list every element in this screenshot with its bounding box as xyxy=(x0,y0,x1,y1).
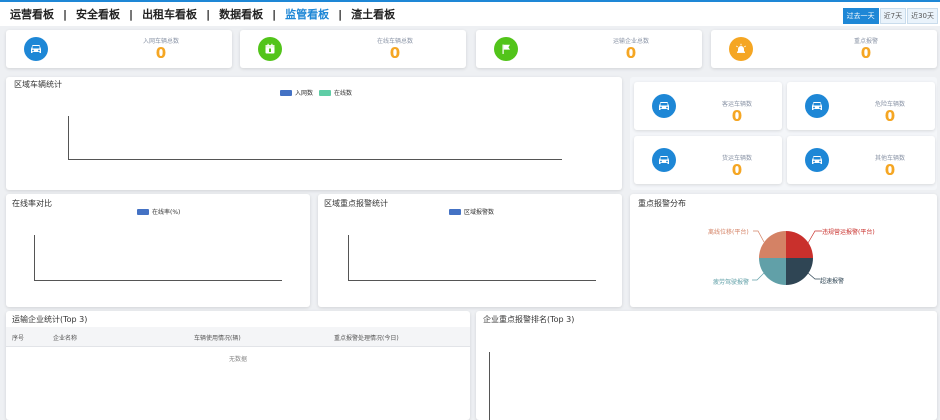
tab-taxi[interactable]: 出租车看板 xyxy=(142,6,197,22)
legend-item-online-rate[interactable]: 在线率(%) xyxy=(137,207,180,216)
vehicle-type-other: 其他车辆数 0 xyxy=(787,136,935,184)
pie-slice-offline-displacement[interactable] xyxy=(759,231,786,258)
alarm-distribution-panel: 重点报警分布 违规营运报警(平台) 超速报警 疲劳驾驶报警 离线位移(平台) xyxy=(630,194,937,307)
vehicle-type-value: 0 xyxy=(884,107,896,125)
vehicle-type-value: 0 xyxy=(731,161,743,179)
empty-state-text: 无数据 xyxy=(228,356,247,363)
range-7-days-button[interactable]: 近7天 xyxy=(879,8,907,24)
car-icon xyxy=(652,94,676,118)
tab-supervision[interactable]: 监管看板 xyxy=(285,6,329,22)
vehicle-type-dangerous: 危险车辆数 0 xyxy=(787,82,935,130)
chart-x-axis xyxy=(348,280,596,281)
pie-label-fatigue-driving: 疲劳驾驶报警 xyxy=(713,279,750,286)
range-30-days-button[interactable]: 近30天 xyxy=(907,8,938,24)
stat-card-key-alarms: 重点报警 0 xyxy=(711,30,937,68)
tab-muck-truck[interactable]: 渣土看板 xyxy=(351,6,395,22)
tab-separator: | xyxy=(63,7,68,21)
pie-label-line xyxy=(807,230,822,244)
tab-operations[interactable]: 运营看板 xyxy=(10,6,54,22)
pie-label-line xyxy=(753,230,765,243)
stat-value: 0 xyxy=(625,44,637,62)
stat-value: 0 xyxy=(860,44,872,62)
vehicle-type-panel: 客运车辆数 0 危险车辆数 0 货运车辆数 0 其他车辆数 0 xyxy=(630,77,937,190)
region-alarm-panel: 区域重点报警统计 区域报警数 xyxy=(318,194,622,307)
legend-item-networked[interactable]: 入网数 xyxy=(280,88,313,97)
stat-card-transport-companies: 运输企业总数 0 xyxy=(476,30,702,68)
vehicle-type-value: 0 xyxy=(884,161,896,179)
company-alarm-rank-panel: 企业重点报警排名(Top 3) xyxy=(476,311,937,420)
tab-separator: | xyxy=(272,7,277,21)
column-header-company-name[interactable]: 企业名称 xyxy=(53,333,77,342)
stat-card-networked-vehicles: 入网车辆总数 0 xyxy=(6,30,232,68)
chart-y-axis xyxy=(489,352,490,420)
panel-title: 在线率对比 xyxy=(12,199,52,208)
range-past-day-button[interactable]: 过去一天 xyxy=(842,8,879,24)
pie-label-line xyxy=(752,272,765,281)
column-header-alarm-handling[interactable]: 重点报警处理情况(今日) xyxy=(334,333,399,342)
panel-title: 企业重点报警排名(Top 3) xyxy=(483,315,575,324)
car-icon xyxy=(24,37,48,61)
flag-icon xyxy=(494,37,518,61)
pie-label-speeding: 超速报警 xyxy=(820,278,845,285)
tab-safety[interactable]: 安全看板 xyxy=(76,6,120,22)
tab-data[interactable]: 数据看板 xyxy=(219,6,263,22)
pie-label-platform-violation: 违规营运报警(平台) xyxy=(822,229,875,236)
vehicle-type-value: 0 xyxy=(731,107,743,125)
panel-title: 区域重点报警统计 xyxy=(324,199,388,208)
top-nav: 运营看板 | 安全看板 | 出租车看板 | 数据看板 | 监管看板 | 渣土看板… xyxy=(0,0,940,26)
pie-chart xyxy=(752,230,822,285)
legend-swatch xyxy=(280,89,292,96)
legend-label: 在线率(%) xyxy=(152,209,181,216)
chart-legend: 区域报警数 xyxy=(449,207,500,216)
pie-slice-speeding[interactable] xyxy=(786,258,813,285)
legend-swatch xyxy=(449,208,461,215)
pie-slice-platform-violation[interactable] xyxy=(786,231,813,258)
car-icon xyxy=(805,148,829,172)
legend-swatch xyxy=(137,208,149,215)
vehicle-type-freight: 货运车辆数 0 xyxy=(634,136,782,184)
chart-y-axis xyxy=(348,235,349,280)
region-vehicle-stats-panel: 区域车辆统计 入网数 在线数 xyxy=(6,77,622,190)
pie-label-line xyxy=(807,272,820,280)
panel-title: 区域车辆统计 xyxy=(14,80,62,89)
panel-title: 运输企业统计(Top 3) xyxy=(12,315,88,324)
company-stats-panel: 运输企业统计(Top 3) 序号 企业名称 车辆使用情况(辆) 重点报警处理情况… xyxy=(6,311,470,420)
tab-separator: | xyxy=(206,7,211,21)
pie-label-offline-displacement: 离线位移(平台) xyxy=(708,229,749,236)
legend-swatch xyxy=(319,89,332,96)
stat-card-online-vehicles: 在线车辆总数 0 xyxy=(240,30,466,68)
time-range-selector: 过去一天 近7天 近30天 xyxy=(842,8,938,24)
tab-separator: | xyxy=(338,7,343,21)
car-icon xyxy=(805,94,829,118)
legend-label: 在线数 xyxy=(334,90,353,97)
legend-label: 区域报警数 xyxy=(464,209,495,216)
stat-value: 0 xyxy=(155,44,167,62)
pie-slice-fatigue-driving[interactable] xyxy=(759,258,786,285)
chart-x-axis xyxy=(34,280,282,281)
alarm-icon xyxy=(729,37,753,61)
chart-y-axis xyxy=(68,116,69,159)
chart-y-axis xyxy=(34,235,35,280)
legend-item-region-alarm[interactable]: 区域报警数 xyxy=(449,207,494,216)
legend-label: 入网数 xyxy=(295,90,314,97)
dashboard-tabs: 运营看板 | 安全看板 | 出租车看板 | 数据看板 | 监管看板 | 渣土看板 xyxy=(10,6,395,22)
online-rate-panel: 在线率对比 在线率(%) xyxy=(6,194,310,307)
chart-legend: 在线率(%) xyxy=(137,207,186,216)
tab-separator: | xyxy=(129,7,134,21)
chart-x-axis xyxy=(68,159,562,160)
stat-value: 0 xyxy=(389,44,401,62)
calendar-icon xyxy=(258,37,282,61)
vehicle-type-passenger: 客运车辆数 0 xyxy=(634,82,782,130)
chart-legend: 入网数 在线数 xyxy=(280,88,358,97)
table-header: 序号 企业名称 车辆使用情况(辆) 重点报警处理情况(今日) xyxy=(6,327,470,347)
car-icon xyxy=(652,148,676,172)
column-header-vehicle-usage[interactable]: 车辆使用情况(辆) xyxy=(194,333,241,342)
column-header-index[interactable]: 序号 xyxy=(12,333,24,342)
legend-item-online[interactable]: 在线数 xyxy=(319,88,352,97)
